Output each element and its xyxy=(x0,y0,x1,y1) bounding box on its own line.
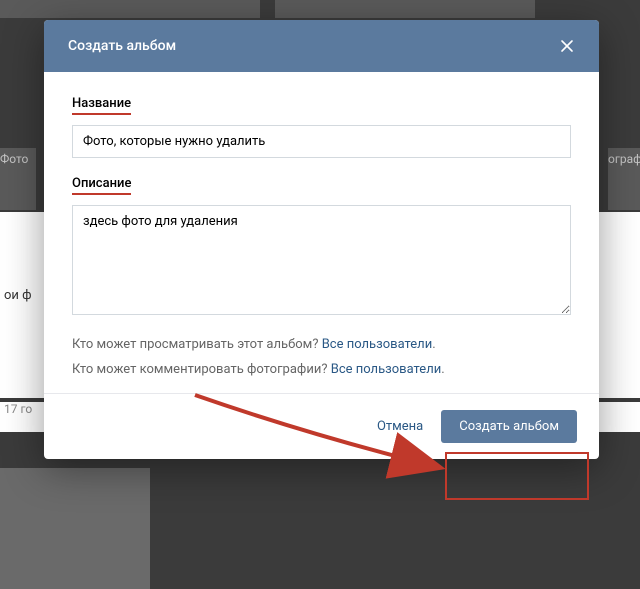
privacy-comment-line: Кто может комментировать фотографии? Все… xyxy=(72,362,571,377)
privacy-comment-link[interactable]: Все пользователи xyxy=(331,362,442,377)
privacy-view-question: Кто может просматривать этот альбом? xyxy=(72,337,322,352)
bg-thumb xyxy=(0,468,150,589)
create-album-button[interactable]: Создать альбом xyxy=(441,410,577,443)
album-name-input[interactable] xyxy=(72,125,571,158)
bg-text: ои ф xyxy=(4,288,32,303)
modal-footer: Отмена Создать альбом xyxy=(44,393,599,459)
privacy-comment-question: Кто может комментировать фотографии? xyxy=(72,362,331,377)
close-icon[interactable] xyxy=(559,38,575,54)
album-description-input[interactable]: здесь фото для удаления xyxy=(72,205,571,315)
modal-header: Создать альбом xyxy=(44,20,599,72)
cancel-button[interactable]: Отмена xyxy=(377,419,423,434)
privacy-view-link[interactable]: Все пользователи xyxy=(322,337,433,352)
name-label: Название xyxy=(72,96,131,115)
bg-label: Фото xyxy=(0,148,36,210)
bg-thumb xyxy=(0,0,260,18)
create-album-modal: Создать альбом Название Описание здесь ф… xyxy=(44,20,599,459)
modal-title: Создать альбом xyxy=(68,38,176,54)
privacy-view-line: Кто может просматривать этот альбом? Все… xyxy=(72,337,571,352)
description-field-block: Описание здесь фото для удаления xyxy=(72,176,571,319)
modal-body: Название Описание здесь фото для удалени… xyxy=(44,72,599,393)
description-label: Описание xyxy=(72,176,131,195)
name-field-block: Название xyxy=(72,96,571,158)
bg-thumb xyxy=(275,0,535,18)
bg-label: ограф xyxy=(608,148,640,210)
